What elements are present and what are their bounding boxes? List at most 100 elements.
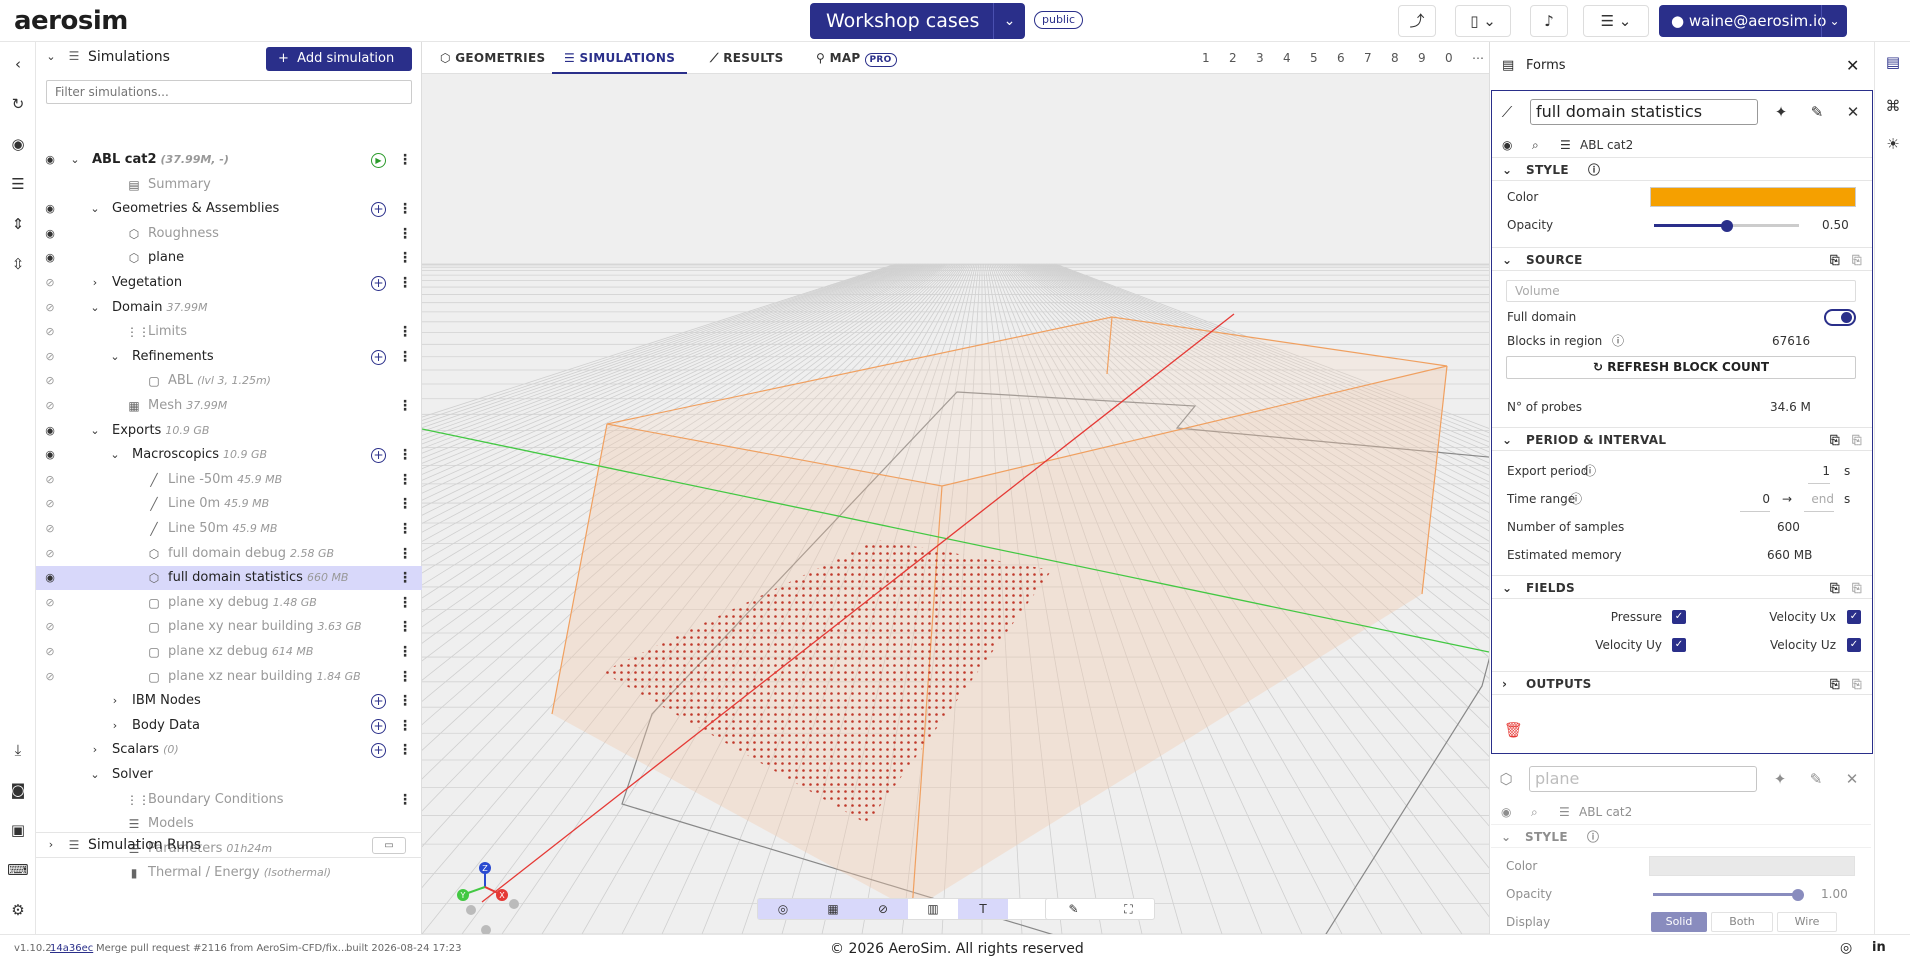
info-icon[interactable]: ⓘ	[1588, 158, 1600, 182]
tree-row[interactable]: ⊘ ▢ plane xz near building 1.84 GB ⋮	[36, 665, 422, 689]
tree-row[interactable]: ◉ ⌄ Exports 10.9 GB	[36, 419, 422, 443]
brush-icon[interactable]: ✎	[1046, 899, 1101, 919]
paste-icon[interactable]: ⎘	[1852, 248, 1862, 272]
hierarchy-icon[interactable]: ⌘	[1881, 94, 1905, 118]
chevron-down-icon[interactable]: ⌄	[88, 763, 102, 787]
time-start-input[interactable]: 0	[1740, 487, 1770, 512]
period-section[interactable]: ⌄ PERIOD & INTERVAL ⎘ ⎘	[1492, 427, 1872, 451]
tree-row[interactable]: ⊘ ⬡ full domain debug 2.58 GB ⋮	[36, 542, 422, 566]
eye-icon[interactable]: ◉	[42, 197, 58, 221]
display-solid-button[interactable]: Solid	[1651, 912, 1707, 932]
eye-off-icon[interactable]: ⊘	[42, 517, 58, 541]
export-period-input[interactable]: 1	[1808, 459, 1830, 484]
kebab-menu-icon[interactable]: ⋮	[398, 320, 412, 344]
compass-icon[interactable]: ⊘	[858, 899, 908, 919]
kebab-menu-icon[interactable]: ⋮	[398, 689, 412, 713]
chevron-down-icon[interactable]: ⌄	[1821, 5, 1847, 37]
zoom-icon[interactable]: ⌕	[1531, 800, 1538, 824]
layout-slot-6[interactable]: 6	[1337, 42, 1345, 74]
kebab-menu-icon[interactable]: ⋮	[398, 640, 412, 664]
chevron-right-icon[interactable]: ›	[88, 271, 102, 295]
tree-row[interactable]: › Body Data + ⋮	[36, 714, 422, 738]
edit-icon[interactable]: ✎	[1805, 766, 1827, 792]
linkedin-icon[interactable]: in	[1872, 940, 1886, 955]
chevron-right-icon[interactable]: ›	[108, 689, 122, 713]
kebab-menu-icon[interactable]: ⋮	[398, 665, 412, 689]
kebab-menu-icon[interactable]: ⋮	[398, 591, 412, 615]
field-uz-checkbox[interactable]: ✓	[1847, 638, 1861, 652]
display-wire-button[interactable]: Wire	[1777, 912, 1837, 932]
color-swatch[interactable]	[1649, 856, 1855, 876]
zoom-icon[interactable]: ⌕	[1532, 133, 1539, 157]
tree-row[interactable]: › Scalars (0) + ⋮	[36, 738, 422, 762]
tree-row[interactable]: ⋮⋮ Boundary Conditions ⋮	[36, 788, 422, 812]
chevron-down-icon[interactable]: ⌄	[108, 345, 122, 369]
keyboard-icon[interactable]: ⌨	[6, 858, 30, 882]
chevron-down-icon[interactable]: ⌄	[88, 419, 102, 443]
eye-off-icon[interactable]: ⊘	[42, 320, 58, 344]
gizmo-neg[interactable]	[466, 905, 476, 915]
chevron-down-icon[interactable]: ⌄	[1501, 825, 1511, 849]
aerosim-logo[interactable]: aerosim	[14, 6, 128, 36]
workspace-selector[interactable]: Workshop cases ⌄	[810, 3, 1025, 39]
kebab-menu-icon[interactable]: ⋮	[398, 148, 412, 172]
info-icon[interactable]: ⓘ	[1587, 825, 1599, 849]
eye-icon[interactable]: ◉	[42, 566, 58, 590]
eye-icon[interactable]: ◉	[42, 148, 58, 172]
scene-canvas[interactable]: Z Y X	[422, 74, 1489, 934]
kebab-menu-icon[interactable]: ⋮	[398, 566, 412, 590]
full-domain-toggle[interactable]	[1824, 309, 1856, 326]
layout-slot-9[interactable]: 9	[1418, 42, 1426, 74]
layout-slot-4[interactable]: 4	[1283, 42, 1291, 74]
copy-icon[interactable]: ⎘	[1830, 672, 1840, 696]
3d-viewport[interactable]: ⬡ GEOMETRIES ☰ SIMULATIONS ⟋ RESULTS ⚲ M…	[422, 42, 1489, 934]
tree-row[interactable]: ◉ ⌄ ABL cat2 (37.99M, -) ▶ ⋮	[36, 148, 422, 172]
layout-slot-0[interactable]: 0	[1445, 42, 1453, 74]
runs-toggle-icon[interactable]: ▭	[372, 837, 406, 854]
pin-icon[interactable]: ✦	[1770, 99, 1792, 125]
user-menu-button[interactable]: ● waine@aerosim.io ⌄	[1659, 5, 1847, 37]
eye-icon[interactable]: ◉	[6, 132, 30, 156]
tree-row[interactable]: ⊘ ╱ Line 50m 45.9 MB ⋮	[36, 517, 422, 541]
settings-sliders-icon[interactable]: ☰ ⌄	[1583, 5, 1649, 37]
tree-row[interactable]: ⊘ ⌄ Refinements + ⋮	[36, 345, 422, 369]
display-both-button[interactable]: Both	[1711, 912, 1773, 932]
tree-row[interactable]: ⊘ ╱ Line 0m 45.9 MB ⋮	[36, 492, 422, 516]
copy-icon[interactable]: ⎘	[1830, 576, 1840, 600]
kebab-menu-icon[interactable]: ⋮	[398, 615, 412, 639]
time-end-input[interactable]: end	[1804, 487, 1834, 512]
tree-row[interactable]: ⊘ ▦ Mesh 37.99M ⋮	[36, 394, 422, 418]
grid-icon[interactable]: ▦	[808, 899, 858, 919]
chevron-down-icon[interactable]: ⌄	[68, 148, 82, 172]
layout-slot-8[interactable]: 8	[1391, 42, 1399, 74]
commit-link[interactable]: 14a36ec	[50, 943, 93, 954]
eye-icon[interactable]: ◉	[42, 246, 58, 270]
color-swatch[interactable]	[1650, 187, 1856, 207]
lightbulb-icon[interactable]: ☀	[1881, 132, 1905, 156]
eye-off-icon[interactable]: ⊘	[42, 369, 58, 393]
tree-row[interactable]: ◉ ⌄ Macroscopics 10.9 GB + ⋮	[36, 443, 422, 467]
chevron-down-icon[interactable]: ⌄	[993, 3, 1025, 39]
add-simulation-button[interactable]: + Add simulation	[266, 47, 412, 71]
opacity-value[interactable]: 1.00	[1821, 882, 1848, 906]
kebab-menu-icon[interactable]: ⋮	[398, 714, 412, 738]
layout-slot-5[interactable]: 5	[1310, 42, 1318, 74]
gear-icon[interactable]: ⚙	[6, 898, 30, 922]
kebab-menu-icon[interactable]: ⋮	[398, 788, 412, 812]
chevron-right-icon[interactable]: ›	[108, 714, 122, 738]
tree-row[interactable]: ⊘ › Vegetation + ⋮	[36, 271, 422, 295]
buildings-icon[interactable]: ▥	[908, 899, 958, 919]
tree-row[interactable]: ◉ ⬡ full domain statistics 660 MB ⋮	[36, 566, 422, 591]
eye-off-icon[interactable]: ⊘	[42, 542, 58, 566]
kebab-menu-icon[interactable]: ⋮	[398, 197, 412, 221]
book-icon[interactable]: ▯ ⌄	[1455, 5, 1511, 37]
collapse-vertical-icon[interactable]: ⇳	[6, 252, 30, 276]
chevron-right-icon[interactable]: ›	[88, 738, 102, 762]
gizmo-neg[interactable]	[509, 899, 519, 909]
tab-geometries[interactable]: ⬡ GEOMETRIES	[440, 42, 545, 74]
eye-icon[interactable]: ◉	[1502, 133, 1512, 157]
field-pressure-checkbox[interactable]: ✓	[1672, 610, 1686, 624]
tab-map[interactable]: ⚲ MAP PRO	[816, 42, 897, 74]
expand-vertical-icon[interactable]: ⇕	[6, 212, 30, 236]
eye-off-icon[interactable]: ⊘	[42, 615, 58, 639]
